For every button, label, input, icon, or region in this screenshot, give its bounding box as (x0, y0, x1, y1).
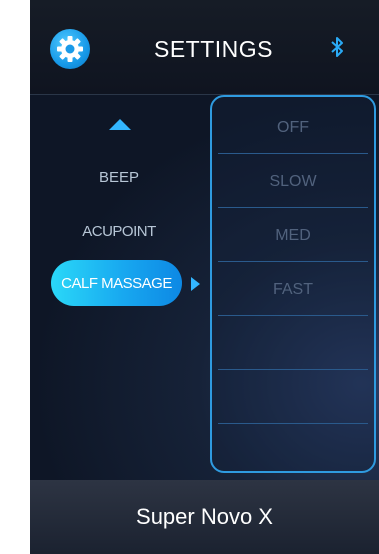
settings-button[interactable] (50, 29, 90, 69)
footer: Super Novo X (30, 480, 379, 554)
option-fast[interactable]: FAST (212, 263, 374, 317)
bluetooth-button[interactable] (330, 36, 344, 63)
settings-menu: BEEP ACUPOINT CALF MASSAGE (30, 95, 208, 480)
divider (218, 315, 368, 316)
option-slow[interactable]: SLOW (212, 155, 374, 209)
page-title: SETTINGS (154, 36, 274, 62)
menu-item-label: BEEP (98, 169, 140, 186)
option-off[interactable]: OFF (212, 101, 374, 155)
divider (218, 207, 368, 208)
divider (218, 261, 368, 262)
device-name: Super Novo X (136, 504, 273, 529)
header: SETTINGS (30, 0, 379, 95)
menu-item-beep[interactable]: BEEP (30, 169, 208, 186)
right-arrow-icon (191, 277, 200, 291)
bluetooth-icon (331, 37, 343, 57)
menu-item-calf-massage[interactable]: CALF MASSAGE (51, 260, 182, 306)
option-med[interactable]: MED (212, 209, 374, 263)
menu-item-label: CALF MASSAGE (61, 274, 172, 292)
menu-item-acupoint[interactable]: ACUPOINT (30, 223, 208, 240)
app-screen: SETTINGS BEEP ACUPOINT CALF MASSAGE OFF … (30, 0, 379, 554)
menu-item-label: ACUPOINT (82, 223, 156, 240)
settings-body: BEEP ACUPOINT CALF MASSAGE OFF SLOW MED … (30, 95, 379, 480)
divider (218, 153, 368, 154)
divider (218, 369, 368, 370)
option-panel: OFF SLOW MED FAST (210, 95, 376, 473)
up-arrow-icon[interactable] (109, 119, 131, 130)
gear-icon (57, 36, 83, 62)
divider (218, 423, 368, 424)
